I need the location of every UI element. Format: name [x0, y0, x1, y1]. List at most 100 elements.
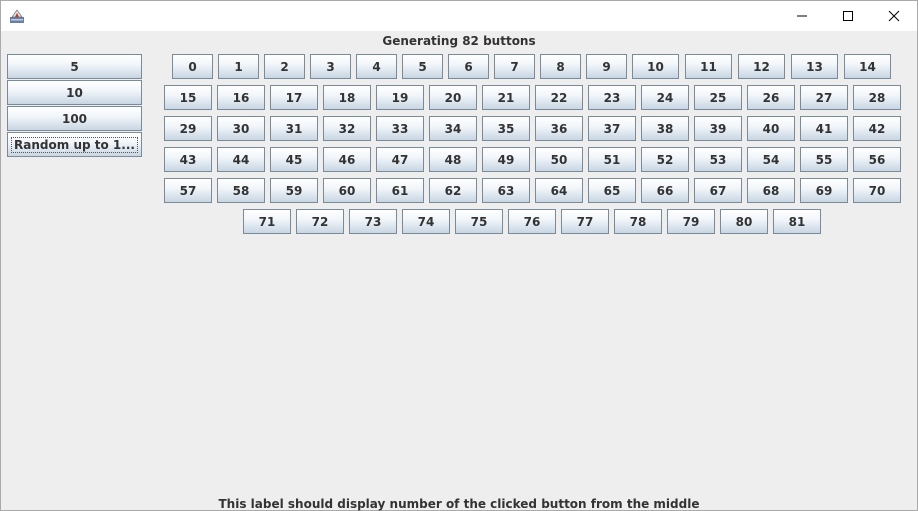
number-button-38[interactable]: 38 [641, 116, 689, 141]
number-button-12[interactable]: 12 [738, 54, 785, 79]
number-button-23[interactable]: 23 [588, 85, 636, 110]
number-button-16[interactable]: 16 [217, 85, 265, 110]
number-button-7[interactable]: 7 [494, 54, 535, 79]
number-button-label: 69 [815, 183, 833, 198]
number-button-35[interactable]: 35 [482, 116, 530, 141]
generate-100-button[interactable]: 100 [7, 106, 142, 131]
number-button-80[interactable]: 80 [720, 209, 768, 234]
number-button-34[interactable]: 34 [429, 116, 477, 141]
number-button-54[interactable]: 54 [747, 147, 795, 172]
number-button-6[interactable]: 6 [448, 54, 489, 79]
number-button-11[interactable]: 11 [685, 54, 732, 79]
number-button-59[interactable]: 59 [270, 178, 318, 203]
number-button-76[interactable]: 76 [508, 209, 556, 234]
number-button-42[interactable]: 42 [853, 116, 901, 141]
number-button-46[interactable]: 46 [323, 147, 371, 172]
number-button-71[interactable]: 71 [243, 209, 291, 234]
number-button-39[interactable]: 39 [694, 116, 742, 141]
number-button-81[interactable]: 81 [773, 209, 821, 234]
number-button-label: 13 [806, 59, 823, 74]
minimize-button[interactable] [779, 1, 825, 31]
number-button-69[interactable]: 69 [800, 178, 848, 203]
number-button-36[interactable]: 36 [535, 116, 583, 141]
number-button-57[interactable]: 57 [164, 178, 212, 203]
number-button-10[interactable]: 10 [632, 54, 679, 79]
number-button-61[interactable]: 61 [376, 178, 424, 203]
number-button-2[interactable]: 2 [264, 54, 305, 79]
number-button-label: 66 [656, 183, 674, 198]
number-button-60[interactable]: 60 [323, 178, 371, 203]
number-button-55[interactable]: 55 [800, 147, 848, 172]
number-button-63[interactable]: 63 [482, 178, 530, 203]
number-button-3[interactable]: 3 [310, 54, 351, 79]
close-button[interactable] [871, 1, 917, 31]
number-button-67[interactable]: 67 [694, 178, 742, 203]
number-button-65[interactable]: 65 [588, 178, 636, 203]
number-button-62[interactable]: 62 [429, 178, 477, 203]
number-button-66[interactable]: 66 [641, 178, 689, 203]
number-button-43[interactable]: 43 [164, 147, 212, 172]
number-button-13[interactable]: 13 [791, 54, 838, 79]
number-button-14[interactable]: 14 [844, 54, 891, 79]
number-button-21[interactable]: 21 [482, 85, 530, 110]
number-button-8[interactable]: 8 [540, 54, 581, 79]
maximize-icon [843, 11, 853, 21]
number-button-74[interactable]: 74 [402, 209, 450, 234]
number-button-78[interactable]: 78 [614, 209, 662, 234]
number-button-22[interactable]: 22 [535, 85, 583, 110]
number-button-53[interactable]: 53 [694, 147, 742, 172]
number-button-40[interactable]: 40 [747, 116, 795, 141]
number-button-28[interactable]: 28 [853, 85, 901, 110]
number-button-75[interactable]: 75 [455, 209, 503, 234]
title-bar[interactable] [1, 1, 917, 31]
generate-5-button[interactable]: 5 [7, 54, 142, 79]
number-button-9[interactable]: 9 [586, 54, 627, 79]
number-button-48[interactable]: 48 [429, 147, 477, 172]
generate-10-button[interactable]: 10 [7, 80, 142, 105]
number-button-27[interactable]: 27 [800, 85, 848, 110]
number-button-19[interactable]: 19 [376, 85, 424, 110]
number-button-5[interactable]: 5 [402, 54, 443, 79]
number-button-32[interactable]: 32 [323, 116, 371, 141]
number-button-24[interactable]: 24 [641, 85, 689, 110]
maximize-button[interactable] [825, 1, 871, 31]
number-button-77[interactable]: 77 [561, 209, 609, 234]
number-button-label: 48 [444, 152, 462, 167]
number-button-72[interactable]: 72 [296, 209, 344, 234]
number-button-20[interactable]: 20 [429, 85, 477, 110]
number-button-0[interactable]: 0 [172, 54, 213, 79]
number-button-64[interactable]: 64 [535, 178, 583, 203]
number-button-50[interactable]: 50 [535, 147, 583, 172]
generate-random-button[interactable]: Random up to 1... [7, 132, 142, 157]
number-button-58[interactable]: 58 [217, 178, 265, 203]
number-button-73[interactable]: 73 [349, 209, 397, 234]
number-button-label: 23 [603, 90, 621, 105]
number-button-label: 55 [815, 152, 833, 167]
number-button-label: 67 [709, 183, 727, 198]
number-button-44[interactable]: 44 [217, 147, 265, 172]
number-button-52[interactable]: 52 [641, 147, 689, 172]
number-button-56[interactable]: 56 [853, 147, 901, 172]
number-button-49[interactable]: 49 [482, 147, 530, 172]
number-button-label: 56 [868, 152, 886, 167]
number-button-37[interactable]: 37 [588, 116, 636, 141]
number-button-79[interactable]: 79 [667, 209, 715, 234]
number-button-4[interactable]: 4 [356, 54, 397, 79]
number-button-label: 68 [762, 183, 780, 198]
number-button-33[interactable]: 33 [376, 116, 424, 141]
number-button-15[interactable]: 15 [164, 85, 212, 110]
number-button-45[interactable]: 45 [270, 147, 318, 172]
number-button-25[interactable]: 25 [694, 85, 742, 110]
number-button-41[interactable]: 41 [800, 116, 848, 141]
number-button-26[interactable]: 26 [747, 85, 795, 110]
number-button-31[interactable]: 31 [270, 116, 318, 141]
number-button-18[interactable]: 18 [323, 85, 371, 110]
number-button-17[interactable]: 17 [270, 85, 318, 110]
number-button-70[interactable]: 70 [853, 178, 901, 203]
number-button-1[interactable]: 1 [218, 54, 259, 79]
number-button-30[interactable]: 30 [217, 116, 265, 141]
number-button-47[interactable]: 47 [376, 147, 424, 172]
number-button-51[interactable]: 51 [588, 147, 636, 172]
number-button-68[interactable]: 68 [747, 178, 795, 203]
number-button-29[interactable]: 29 [164, 116, 212, 141]
